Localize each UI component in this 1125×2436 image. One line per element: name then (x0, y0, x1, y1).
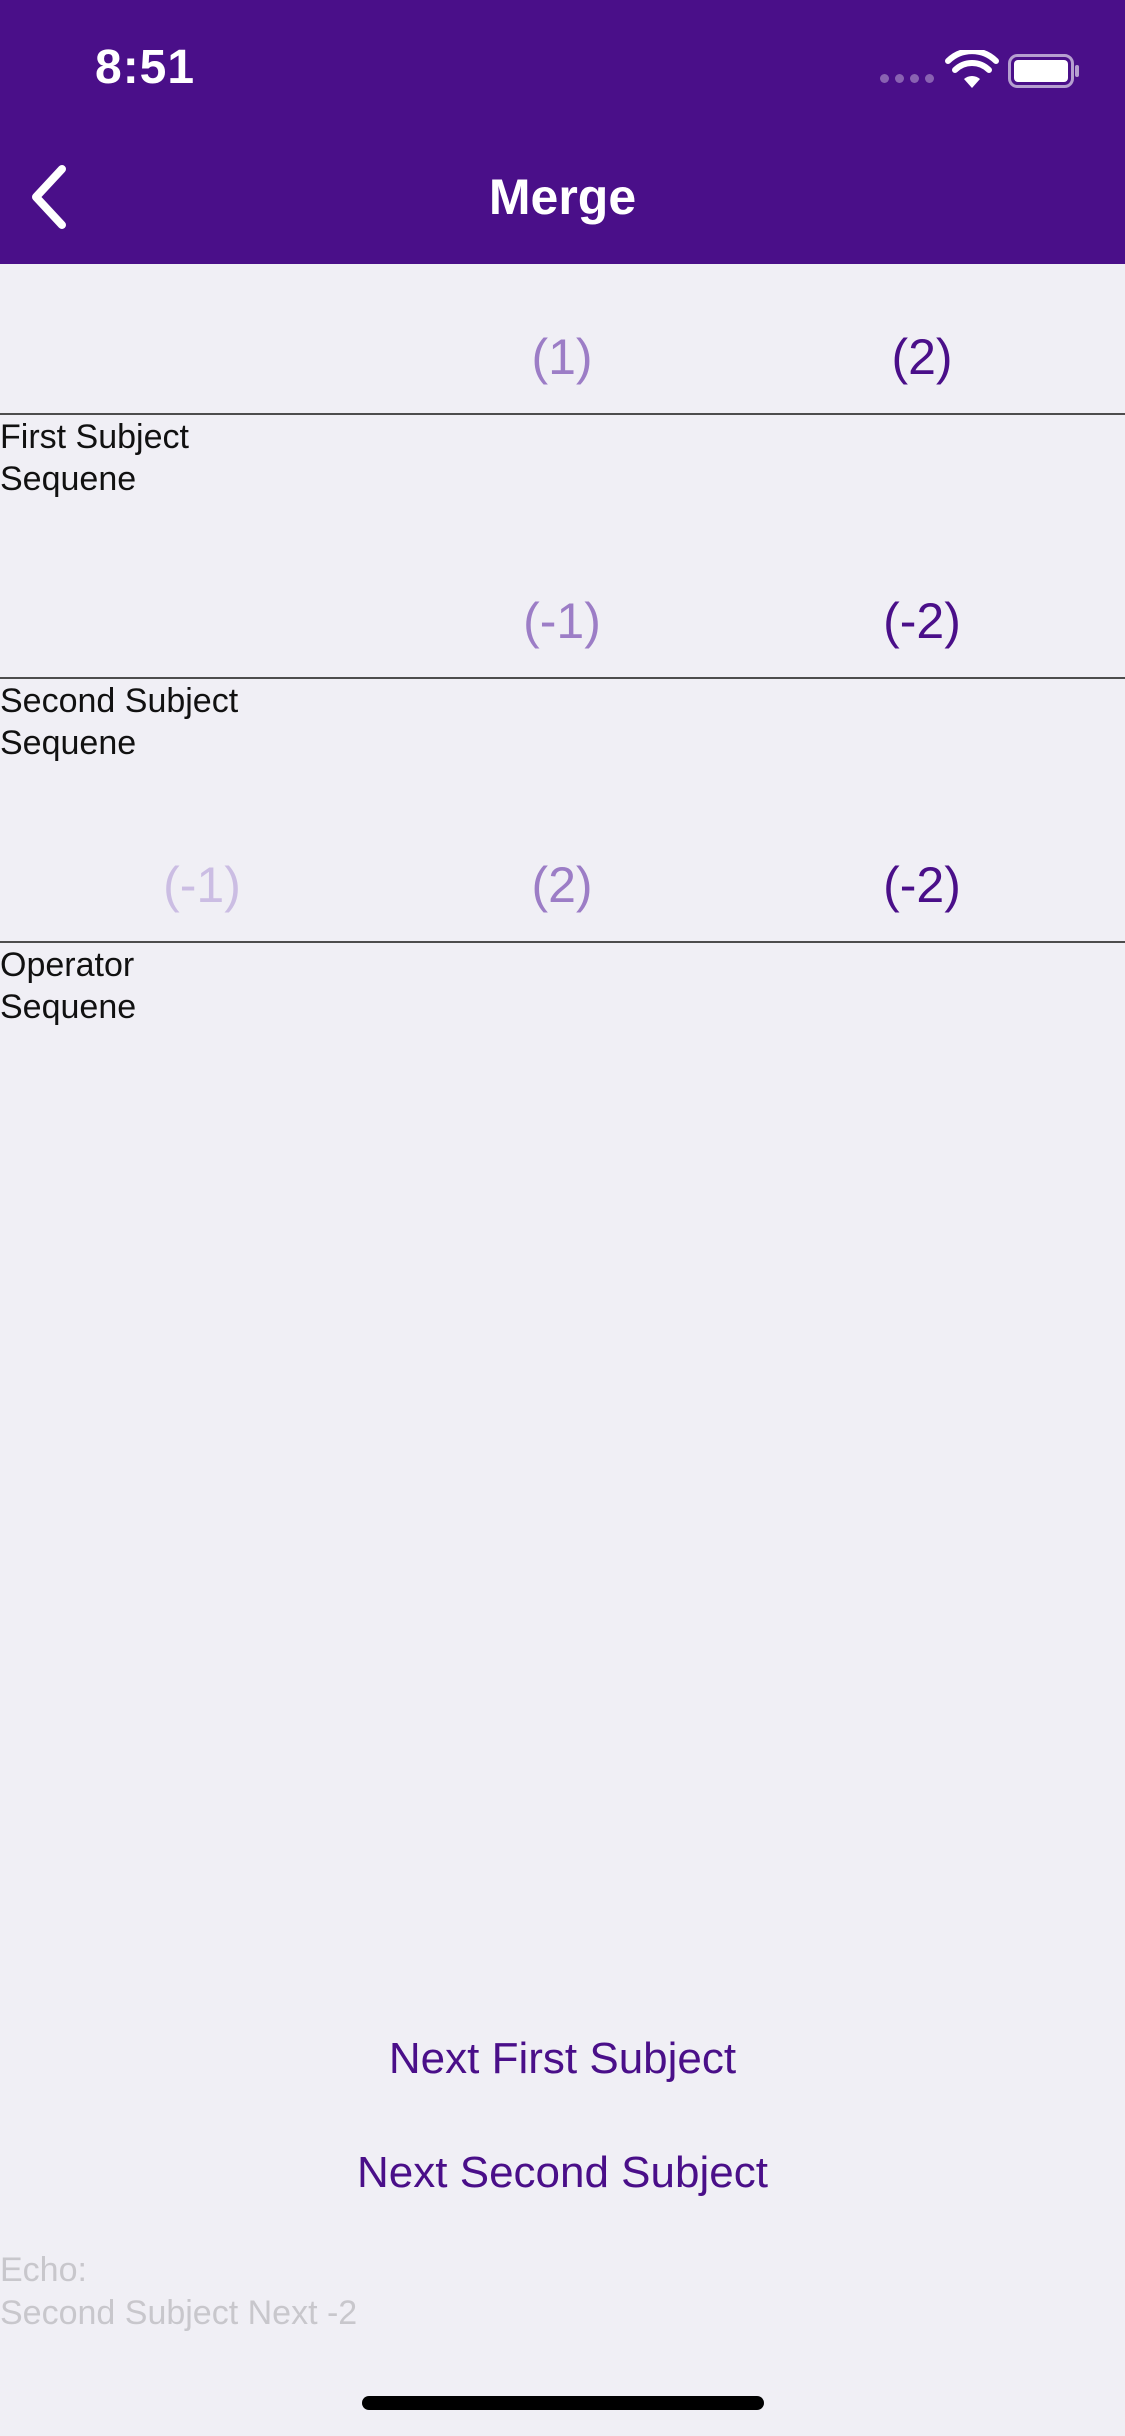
operator-marble-3: (-2) (883, 857, 961, 913)
first-subject-label: First Subject Sequene (0, 418, 189, 498)
second-subject-timeline (0, 677, 1125, 679)
echo-value: Second Subject Next -2 (0, 2294, 358, 2332)
battery-icon (1008, 54, 1079, 88)
operator-marble-2: (2) (531, 857, 593, 913)
echo-label: Echo: (0, 2251, 87, 2289)
second-subject-label: Second Subject Sequene (0, 682, 239, 762)
cellular-signal-icon (880, 74, 934, 83)
status-time: 8:51 (95, 41, 196, 94)
first-subject-marble-2: (2) (891, 329, 953, 385)
operator-timeline (0, 941, 1125, 943)
second-subject-marble-2: (-2) (883, 593, 961, 649)
home-indicator[interactable] (362, 2396, 764, 2410)
first-subject-timeline (0, 413, 1125, 415)
echo-output: Echo: Second Subject Next -2 (0, 2249, 357, 2335)
operator-label: Operator Sequene (0, 946, 137, 1026)
next-second-subject-button[interactable]: Next Second Subject (0, 2148, 1125, 2198)
page-title: Merge (488, 169, 637, 225)
first-subject-marble-1: (1) (531, 329, 593, 385)
next-first-subject-button[interactable]: Next First Subject (0, 2034, 1125, 2084)
second-subject-marble-1: (-1) (523, 593, 601, 649)
wifi-icon (945, 50, 999, 88)
navigation-bar: 8:51 Merge (0, 0, 1125, 264)
operator-marble-1: (-1) (163, 857, 241, 913)
